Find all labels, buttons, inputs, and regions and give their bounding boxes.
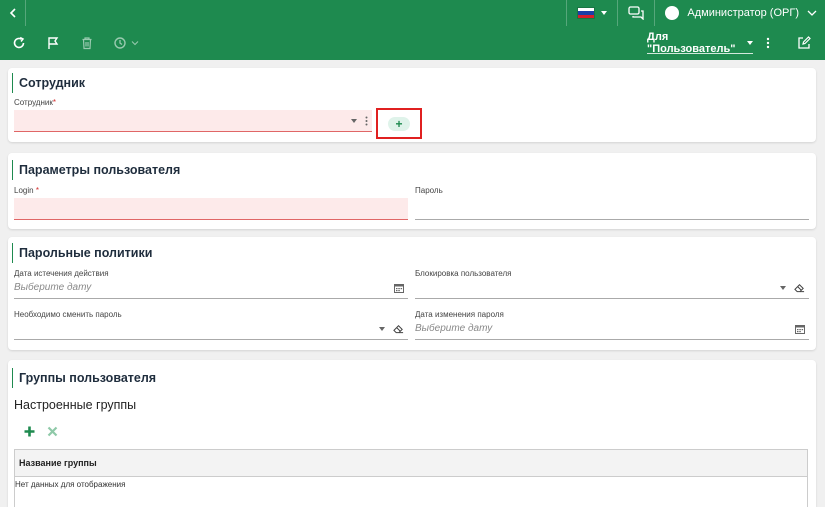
flag-button[interactable] [38, 28, 68, 58]
chevron-down-icon [601, 11, 608, 15]
chevron-down-icon [807, 10, 817, 16]
history-button[interactable] [106, 28, 146, 58]
form-selector[interactable]: Для "Пользователь" [647, 30, 753, 55]
panel-title: Парольные политики [12, 243, 152, 263]
grid-toolbar [24, 426, 58, 437]
calendar-icon[interactable] [394, 283, 404, 293]
password-field: Пароль [415, 186, 809, 220]
password-policies-panel: Парольные политики Дата истечения действ… [8, 237, 816, 350]
empty-message: Нет данных для отображения [15, 480, 126, 489]
add-employee-button[interactable]: + [388, 116, 410, 131]
calendar-icon[interactable] [795, 324, 805, 334]
password-input[interactable] [415, 198, 809, 220]
chat-icon [628, 6, 645, 20]
employee-input[interactable] [14, 110, 372, 132]
groups-table: Название группы Нет данных для отображен… [14, 449, 808, 507]
password-change-date-field: Дата изменения пароля Выберите дату [415, 310, 809, 344]
employee-field: Сотрудник* [14, 98, 372, 134]
dropdown-caret-icon[interactable] [351, 118, 357, 123]
flag-icon [48, 37, 59, 49]
dropdown-caret-icon[interactable] [379, 326, 385, 331]
panel-title: Группы пользователя [12, 368, 156, 388]
chat-button[interactable] [617, 0, 654, 26]
login-field: Login * [14, 186, 408, 220]
password-change-date-input[interactable]: Выберите дату [415, 318, 809, 340]
user-menu[interactable]: Администратор (ОРГ) [654, 0, 825, 26]
top-bar: Администратор (ОРГ) [0, 0, 825, 26]
required-mark: * [35, 186, 39, 195]
change-required-select[interactable] [14, 318, 408, 340]
chevron-down-icon [131, 41, 139, 46]
eraser-icon[interactable] [393, 323, 404, 334]
field-label: Пароль [415, 186, 443, 195]
required-mark: * [52, 98, 56, 107]
field-label: Login * [14, 186, 39, 195]
login-input[interactable] [14, 198, 408, 220]
russia-flag-icon [577, 7, 596, 19]
configured-groups-heading: Настроенные группы [14, 398, 137, 412]
user-params-panel: Параметры пользователя Login * Пароль [8, 153, 816, 229]
delete-button[interactable] [72, 28, 102, 58]
vertical-dots-icon[interactable] [365, 116, 368, 126]
expiry-date-input[interactable]: Выберите дату [14, 277, 408, 299]
refresh-button[interactable] [4, 28, 34, 58]
column-header-group-name[interactable]: Название группы [15, 450, 807, 477]
user-name: Администратор (ОРГ) [687, 7, 799, 19]
avatar [665, 6, 680, 20]
edit-icon [798, 36, 811, 49]
back-button[interactable] [0, 0, 26, 26]
refresh-icon [13, 36, 25, 49]
close-icon[interactable] [47, 426, 58, 437]
add-employee-highlight: + [376, 108, 422, 139]
user-block-field: Блокировка пользователя [415, 269, 809, 303]
language-selector[interactable] [566, 0, 617, 26]
form-selector-value: Для "Пользователь" [647, 30, 736, 55]
vertical-dots-icon [766, 37, 770, 49]
panel-title: Сотрудник [12, 73, 85, 93]
expiry-date-field: Дата истечения действия Выберите дату [14, 269, 408, 303]
toolbar: Для "Пользователь" [0, 26, 825, 60]
dropdown-caret-icon[interactable] [780, 285, 786, 290]
trash-icon [82, 37, 92, 50]
history-icon [114, 37, 126, 49]
change-required-field: Необходимо сменить пароль [14, 310, 408, 344]
edit-button[interactable] [789, 36, 819, 50]
eraser-icon[interactable] [794, 282, 805, 293]
user-block-select[interactable] [415, 277, 809, 299]
user-groups-panel: Группы пользователя Настроенные группы Н… [8, 360, 816, 507]
more-options-button[interactable] [753, 37, 783, 49]
add-icon[interactable] [24, 426, 35, 437]
field-label: Сотрудник* [14, 98, 56, 107]
panel-title: Параметры пользователя [12, 160, 180, 180]
placeholder: Выберите дату [14, 282, 92, 293]
chevron-left-icon [9, 8, 16, 18]
placeholder: Выберите дату [415, 323, 493, 334]
